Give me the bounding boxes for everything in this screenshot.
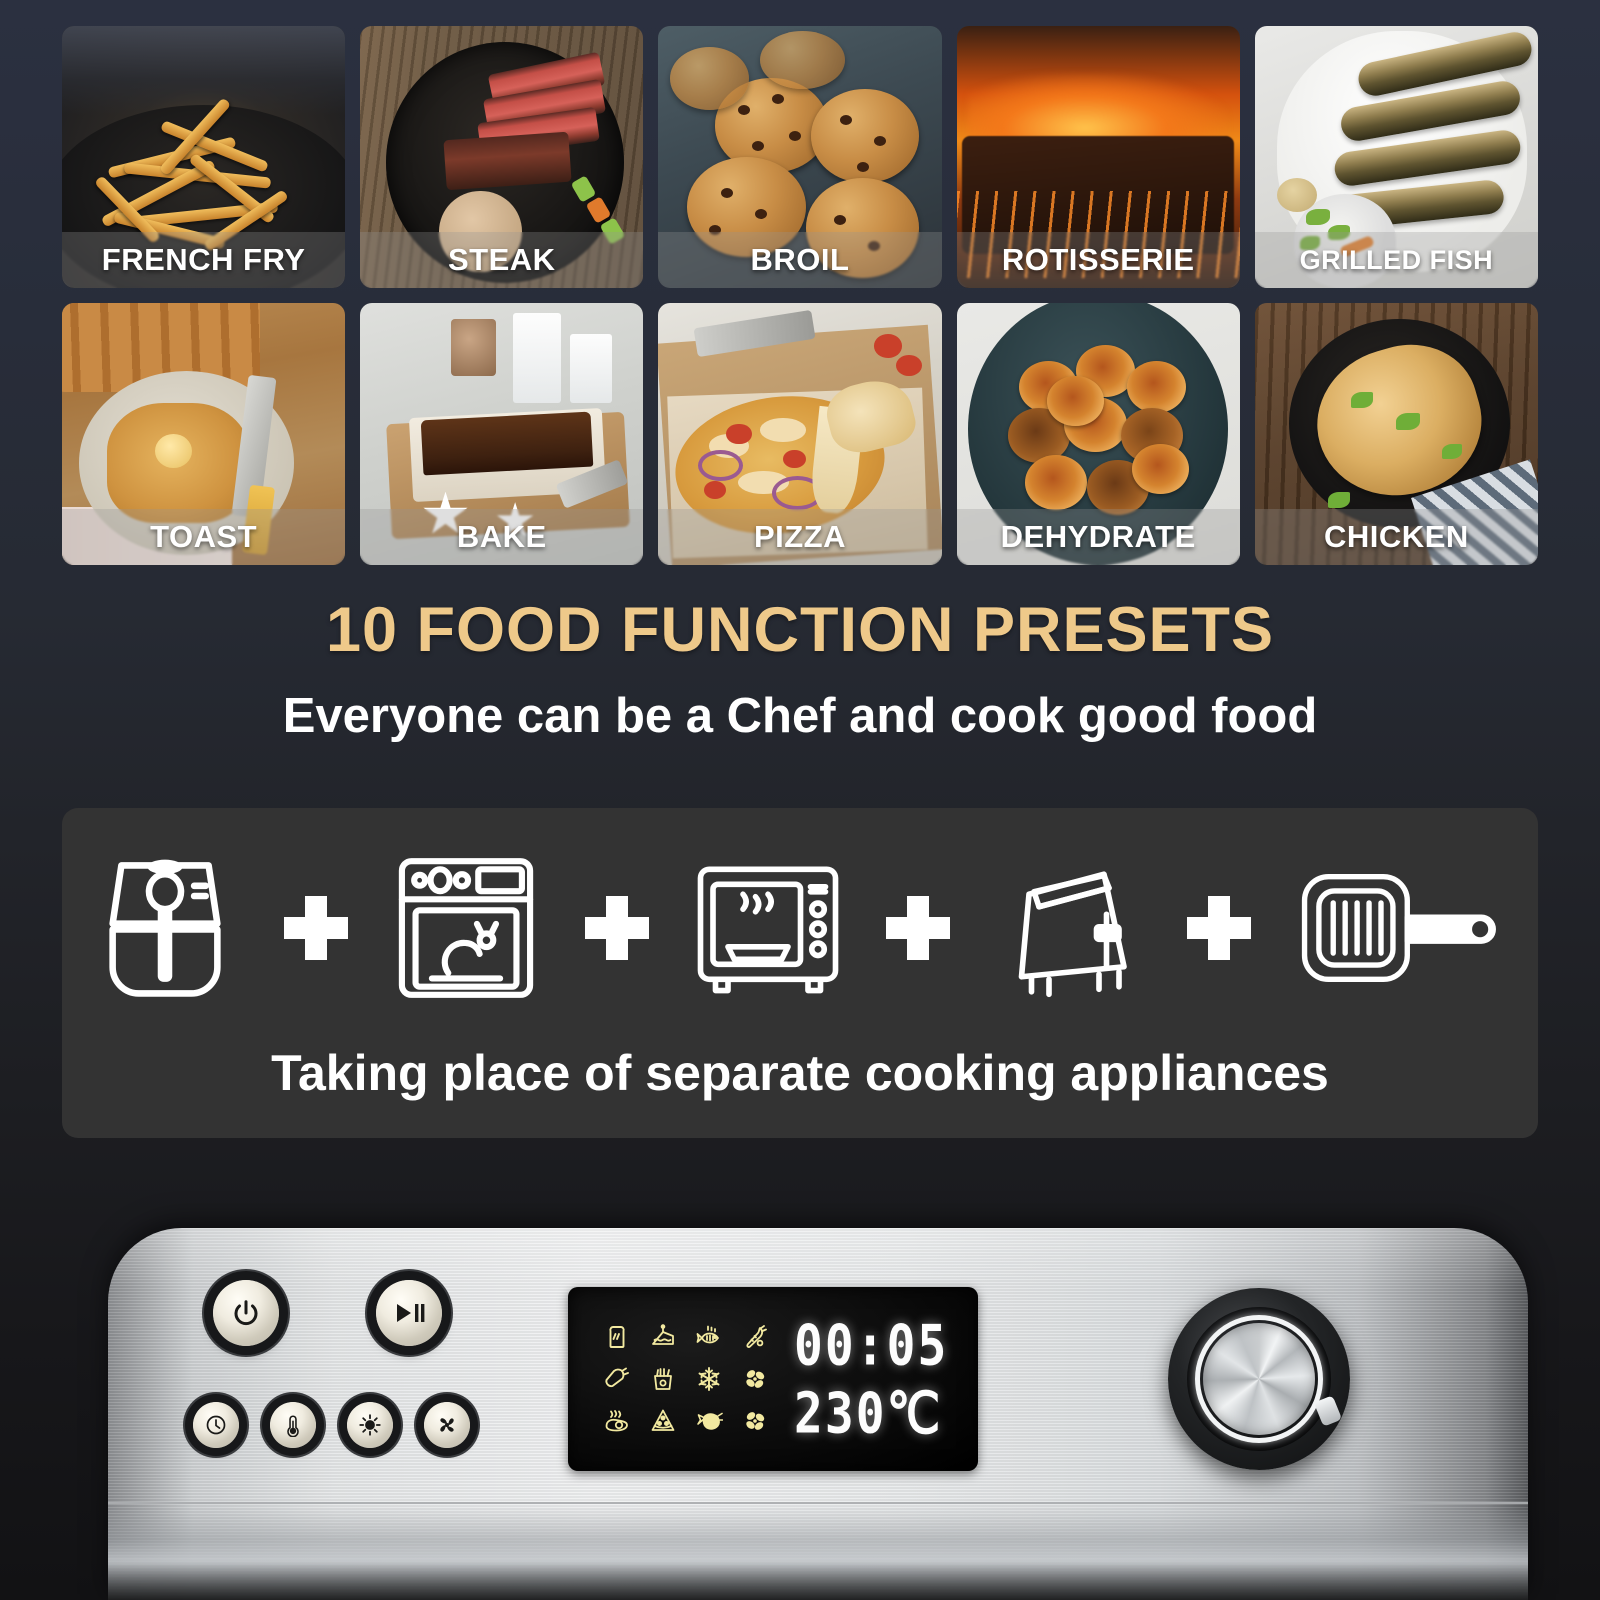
preset-tile-broil[interactable]: BROIL [658, 26, 942, 288]
grill-pan-icon [1295, 848, 1510, 1008]
toaster-icon [994, 848, 1144, 1008]
toast-icon [609, 1326, 625, 1348]
preset-tile-caption: BROIL [658, 232, 942, 288]
fish-icon [696, 1325, 719, 1344]
fan-icon [746, 1370, 765, 1388]
headline-title: 10 FOOD FUNCTION PRESETS [325, 595, 1275, 665]
preset-label: BROIL [750, 242, 850, 277]
preset-tile-caption: TOAST [62, 509, 346, 565]
knob-indicator-nub [1313, 1395, 1343, 1427]
appliance-replacement-panel: Taking place of separate cooking applian… [62, 808, 1538, 1138]
knob-face [1203, 1323, 1315, 1435]
preset-tile-caption: PIZZA [658, 509, 942, 565]
carrot-icon [746, 1325, 767, 1348]
preset-tile-caption: BAKE [360, 509, 644, 565]
temperature-readout: 230℃ [794, 1380, 943, 1446]
play-pause-button[interactable] [376, 1280, 442, 1346]
toaster-oven-icon [693, 848, 843, 1008]
preset-label: STEAK [448, 242, 556, 277]
preset-label: TOAST [150, 519, 258, 554]
preset-tile-caption: FRENCH FRY [62, 232, 346, 288]
plus-icon [584, 896, 649, 960]
fried-egg-icon [605, 1410, 628, 1432]
preset-label: ROTISSERIE [1001, 242, 1195, 277]
preset-tile-caption: STEAK [360, 232, 644, 288]
appliance-tagline: Taking place of separate cooking applian… [271, 1045, 1329, 1101]
preset-label: CHICKEN [1324, 519, 1469, 554]
preset-tile-bake[interactable]: BAKE [360, 303, 644, 565]
roast-chicken-icon [697, 1412, 723, 1430]
power-button[interactable] [213, 1280, 279, 1346]
preset-tile-toast[interactable]: TOAST [62, 303, 346, 565]
preset-tile-chicken[interactable]: CHICKEN [1254, 303, 1538, 565]
preset-label: GRILLED FISH [1299, 244, 1494, 275]
fan-button[interactable] [424, 1402, 470, 1448]
lcd-preset-icon-grid [594, 1316, 778, 1442]
appliance-icon-row [90, 838, 1510, 1018]
oven-icon [391, 848, 541, 1008]
plus-icon [1187, 896, 1252, 960]
headline-subtitle: Everyone can be a Chef and cook good foo… [282, 689, 1318, 743]
chicken-leg-icon [605, 1367, 629, 1388]
timer-readout: 00:05 [794, 1312, 949, 1378]
preset-label: PIZZA [753, 519, 847, 554]
cake-icon [652, 1324, 674, 1345]
rotary-control-knob[interactable] [1168, 1288, 1350, 1470]
preset-label: DEHYDRATE [1000, 519, 1196, 554]
lcd-readout: 00:05 230℃ [794, 1312, 946, 1446]
timer-button[interactable] [193, 1402, 239, 1448]
temperature-button[interactable] [270, 1402, 316, 1448]
preset-tile-grilled-fish[interactable]: GRILLED FISH [1254, 26, 1538, 288]
light-button[interactable] [347, 1402, 393, 1448]
preset-label: BAKE [456, 519, 547, 554]
preset-tile-grid: FRENCH FRY STEAK BROIL ROTISSERIE GRILLE… [62, 26, 1538, 565]
preset-label: FRENCH FRY [101, 242, 306, 277]
preset-tile-caption: GRILLED FISH [1254, 232, 1538, 288]
pizza-slice-icon [651, 1409, 675, 1431]
preset-tile-rotisserie[interactable]: ROTISSERIE [956, 26, 1240, 288]
lcd-display[interactable]: 00:05 230℃ [568, 1287, 978, 1471]
preset-tile-caption: CHICKEN [1254, 509, 1538, 565]
plus-icon [283, 896, 348, 960]
preset-tile-caption: ROTISSERIE [956, 232, 1240, 288]
preset-tile-french-fry[interactable]: FRENCH FRY [62, 26, 346, 288]
preset-tile-dehydrate[interactable]: DEHYDRATE [956, 303, 1240, 565]
air-fryer-icon [90, 848, 240, 1008]
preset-tile-steak[interactable]: STEAK [360, 26, 644, 288]
french-fries-icon [654, 1368, 672, 1390]
snowflake-icon [698, 1367, 720, 1391]
panel-bottom-shadow [108, 1560, 1528, 1600]
preset-tile-pizza[interactable]: PIZZA [658, 303, 942, 565]
plus-icon [886, 896, 951, 960]
preset-tile-caption: DEHYDRATE [956, 509, 1240, 565]
fan-icon [746, 1412, 765, 1430]
